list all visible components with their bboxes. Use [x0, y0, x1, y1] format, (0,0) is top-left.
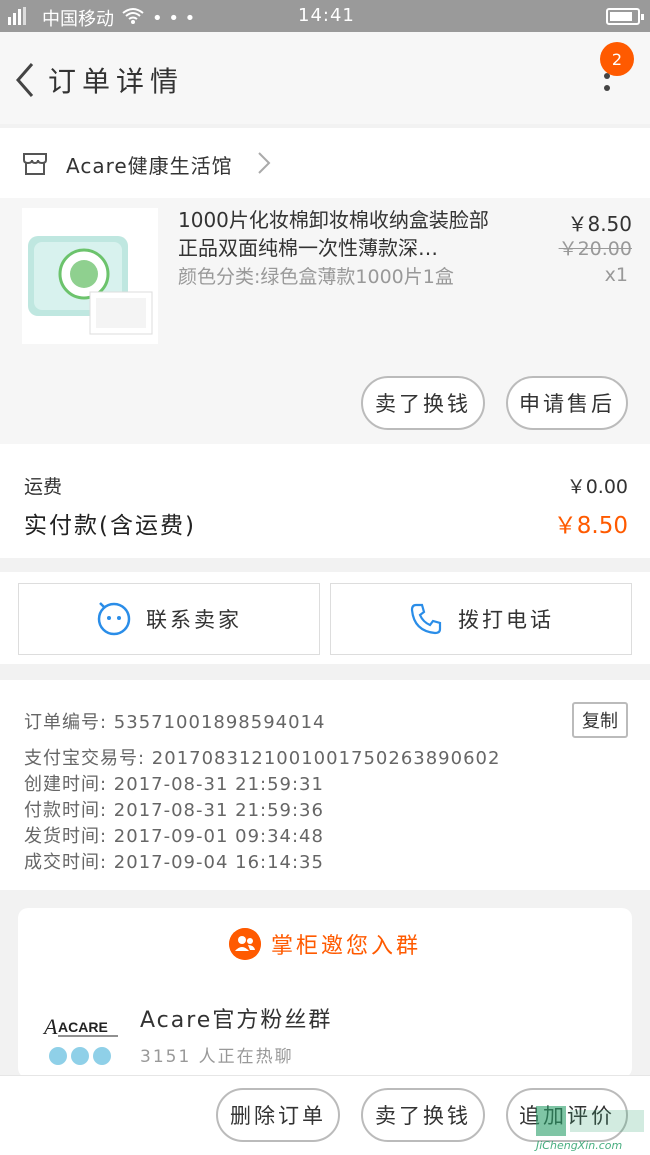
product-original-price: ￥20.00 — [558, 238, 632, 260]
order-number: 订单编号: 53571001898594014 — [24, 712, 326, 733]
paid-time: 付款时间: 2017-08-31 21:59:36 — [24, 800, 324, 821]
copy-button[interactable]: 复制 — [572, 702, 628, 738]
signal-icon — [8, 6, 34, 30]
store-icon — [23, 153, 47, 175]
product-quantity: x1 — [604, 264, 628, 286]
contact-seller-label: 联系卖家 — [146, 608, 242, 632]
chat-bubble-icon — [97, 602, 131, 636]
more-dots-icon: • • • — [152, 7, 196, 29]
alipay-trade-number: 支付宝交易号: 2017083121001001750263890602 — [24, 748, 501, 769]
status-bar: 中国移动 • • • 14:41 — [0, 0, 650, 32]
nav-bar: 订单详情 2 — [0, 32, 650, 124]
battery-icon — [606, 8, 644, 25]
wifi-icon — [122, 7, 144, 30]
fee-summary: 运费 ￥0.00 实付款(含运费) ￥8.50 — [0, 444, 650, 558]
group-invite-text: 掌柜邀您入群 — [270, 934, 421, 959]
store-row[interactable]: Acare健康生活馆 — [0, 128, 650, 198]
more-menu-icon[interactable] — [596, 72, 618, 112]
people-icon — [228, 928, 261, 960]
site-watermark: JiChengXin.com — [536, 1104, 648, 1152]
sell-for-cash-bottom-button[interactable]: 卖了换钱 — [361, 1088, 485, 1142]
back-arrow-icon[interactable] — [10, 60, 40, 100]
shipped-time: 发货时间: 2017-09-01 09:34:48 — [24, 826, 324, 847]
carrier-label: 中国移动 — [42, 9, 114, 30]
call-phone-button[interactable]: 拨打电话 — [330, 583, 632, 655]
clock: 14:41 — [298, 5, 355, 26]
shipping-label: 运费 — [24, 476, 63, 498]
order-item[interactable]: 1000片化妆棉卸妆棉收纳盒装脸部正品双面纯棉一次性薄款深… 颜色分类:绿色盒薄… — [0, 198, 650, 444]
bottom-action-bar: 删除订单 卖了换钱 追加评价 JiChengXin.com — [0, 1075, 650, 1155]
acare-logo: A ACARE — [42, 1012, 122, 1070]
paid-value: ￥8.50 — [553, 513, 628, 539]
chevron-right-icon — [258, 152, 271, 174]
apply-aftersale-button[interactable]: 申请售后 — [506, 376, 628, 430]
contact-seller-button[interactable]: 联系卖家 — [18, 583, 320, 655]
svg-text:ACARE: ACARE — [58, 1019, 108, 1035]
group-name: Acare官方粉丝群 — [140, 1008, 333, 1033]
notification-badge: 2 — [600, 42, 634, 76]
status-left: 中国移动 • • • — [8, 5, 195, 31]
created-time: 创建时间: 2017-08-31 21:59:31 — [24, 774, 324, 795]
sell-for-cash-button[interactable]: 卖了换钱 — [361, 376, 485, 430]
order-info: 订单编号: 53571001898594014 复制 支付宝交易号: 20170… — [0, 680, 650, 890]
phone-icon — [410, 603, 442, 635]
group-invite-card[interactable]: 掌柜邀您入群 A ACARE Acare官方粉丝群 3151 人正在热聊 — [18, 908, 632, 1078]
group-member-count: 3151 人正在热聊 — [140, 1047, 294, 1067]
contact-section: 联系卖家 拨打电话 — [0, 572, 650, 664]
completed-time: 成交时间: 2017-09-04 16:14:35 — [24, 852, 324, 873]
product-sku: 颜色分类:绿色盒薄款1000片1盒 — [178, 266, 454, 288]
delete-order-button[interactable]: 删除订单 — [216, 1088, 340, 1142]
watermark-text: JiChengXin.com — [536, 1139, 623, 1152]
product-thumbnail[interactable] — [22, 208, 158, 344]
group-invite-header: 掌柜邀您入群 — [18, 928, 632, 960]
store-name: Acare健康生活馆 — [66, 154, 233, 178]
product-title[interactable]: 1000片化妆棉卸妆棉收纳盒装脸部正品双面纯棉一次性薄款深… — [178, 206, 508, 262]
shipping-value: ￥0.00 — [566, 476, 628, 498]
page-title: 订单详情 — [48, 65, 185, 98]
product-price: ￥8.50 — [567, 212, 632, 236]
paid-label: 实付款(含运费) — [24, 513, 196, 539]
svg-text:A: A — [42, 1014, 58, 1039]
call-phone-label: 拨打电话 — [458, 608, 554, 632]
